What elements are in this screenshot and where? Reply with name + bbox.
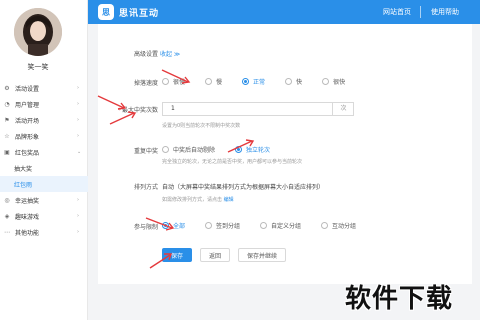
annotation-arrow-icon xyxy=(161,69,191,84)
back-button[interactable]: 返回 xyxy=(200,248,230,262)
repeat-hint: 完全独立的轮次，无论之前是否中奖，用户都可以参与当前轮次 xyxy=(162,159,303,165)
max-wins-unit: 次 xyxy=(332,102,354,116)
sidebar-item-label: 抽大奖 xyxy=(14,165,33,173)
save-and-continue-button[interactable]: 保存并继续 xyxy=(238,248,286,262)
repeat-label: 重复中奖 xyxy=(133,148,158,155)
username: 笑一笑 xyxy=(27,63,49,71)
speed-option-normal[interactable]: 正常 xyxy=(242,77,265,86)
chevron-right-icon: › xyxy=(77,213,79,219)
sidebar-item-label: 活动开场 xyxy=(15,117,40,125)
sidebar-item-opening[interactable]: ⚑ 活动开场 › xyxy=(0,112,88,128)
radio-icon xyxy=(321,222,329,229)
radio-icon xyxy=(285,78,293,85)
sidebar-item-label: 其他功能 xyxy=(15,229,40,237)
sidebar-item-label: 幸运抽奖 xyxy=(15,197,40,205)
radio-icon xyxy=(322,78,330,85)
repeat-option-remove[interactable]: 中奖后自动剔除 xyxy=(162,145,215,154)
sidebar-item-label: 趣味游戏 xyxy=(15,213,40,221)
sort-label: 排列方式 xyxy=(133,184,158,191)
sidebar-item-activity-settings[interactable]: ⚙ 活动设置 › xyxy=(0,80,88,96)
max-wins-input[interactable]: 1 xyxy=(162,102,354,116)
game-icon: ◈ xyxy=(4,212,10,220)
radio-icon xyxy=(162,146,169,153)
watermark: 软件下载 xyxy=(345,284,454,314)
annotation-arrow-icon xyxy=(145,217,175,231)
sidebar-item-user-management[interactable]: ◔ 用户管理 › xyxy=(0,96,88,112)
sidebar-subitem-grand-draw[interactable]: 抽大奖 xyxy=(0,160,88,176)
radio-checked-icon xyxy=(242,78,250,85)
chevron-right-icon: › xyxy=(77,101,79,107)
radio-icon xyxy=(205,222,213,229)
chevron-down-icon: ⌄ xyxy=(77,149,82,155)
radio-icon xyxy=(260,222,268,229)
sidebar-item-label: 用户管理 xyxy=(15,101,40,109)
avatar[interactable] xyxy=(14,8,62,56)
star-icon: ☆ xyxy=(4,132,10,140)
more-icon: ⋯ xyxy=(4,228,10,236)
nav-home-link[interactable]: 网站首页 xyxy=(374,0,420,24)
sidebar-item-other[interactable]: ⋯ 其他功能 › xyxy=(0,224,88,240)
speed-label: 掉落速度 xyxy=(133,80,158,87)
max-wins-hint: 设置为0则当前轮次不限制中奖次数 xyxy=(162,123,241,129)
speed-option-slow[interactable]: 慢 xyxy=(205,77,222,86)
brand[interactable]: 思 思讯互动 xyxy=(98,4,159,20)
sidebar-item-label: 红包奖品 xyxy=(15,149,40,157)
chevron-right-icon: › xyxy=(77,85,79,91)
brand-name: 思讯互动 xyxy=(119,8,160,19)
lottery-icon: ◎ xyxy=(4,196,10,204)
scope-option-checkin[interactable]: 签到分组 xyxy=(205,221,240,230)
sidebar-item-brand-image[interactable]: ☆ 品牌形象 › xyxy=(0,128,88,144)
sidebar-item-lucky-draw[interactable]: ◎ 幸运抽奖 › xyxy=(0,192,88,208)
chevron-right-icon: › xyxy=(77,117,79,123)
radio-icon xyxy=(205,78,213,85)
sort-edit-link[interactable]: 编辑 xyxy=(224,197,234,203)
chevron-right-icon: › xyxy=(77,197,79,203)
scope-radio-group: 全部 签到分组 自定义分组 互动分组 xyxy=(162,221,376,230)
sidebar: 笑一笑 ⚙ 活动设置 › ◔ 用户管理 › ⚑ 活动开场 › ☆ 品牌形象 › … xyxy=(0,0,88,320)
sidebar-item-label: 品牌形象 xyxy=(15,133,40,141)
annotation-arrow-icon xyxy=(149,253,172,269)
chevron-right-icon: › xyxy=(77,229,79,235)
sidebar-item-label: 红包雨 xyxy=(14,181,33,189)
gear-icon: ⚙ xyxy=(4,84,10,92)
speed-option-fast[interactable]: 快 xyxy=(285,77,302,86)
scope-option-custom[interactable]: 自定义分组 xyxy=(260,221,301,230)
chevron-right-icon: › xyxy=(77,133,79,139)
annotation-arrow-icon xyxy=(227,139,255,153)
sort-hint: 如需修改排列方式，请点击 编辑 xyxy=(162,197,234,203)
nav-help-link[interactable]: 使用帮助 xyxy=(420,0,470,24)
sidebar-item-red-packet-prizes[interactable]: ▣ 红包奖品 ⌄ xyxy=(0,144,88,160)
flag-icon: ⚑ xyxy=(4,116,10,124)
user-icon: ◔ xyxy=(4,100,10,108)
sort-value: 自动（大屏幕中奖结果排列方式为根据屏幕大小自适应排列） xyxy=(162,184,325,191)
annotation-arrow-icon xyxy=(109,111,137,125)
advanced-label: 高级设置 xyxy=(133,51,158,58)
speed-option-very-fast[interactable]: 很快 xyxy=(322,77,345,86)
brand-logo-icon: 思 xyxy=(98,4,114,20)
scope-option-interactive[interactable]: 互动分组 xyxy=(321,221,356,230)
sidebar-item-label: 活动设置 xyxy=(15,85,40,93)
advanced-collapse-toggle[interactable]: 收起 ≫ xyxy=(160,49,180,58)
settings-form: 高级设置 收起 ≫ 掉落速度 很慢 慢 正常 快 很快 *最大中奖次数 1 次 … xyxy=(98,24,472,284)
sidebar-item-fun-games[interactable]: ◈ 趣味游戏 › xyxy=(0,208,88,224)
gift-icon: ▣ xyxy=(4,148,10,156)
sidebar-nav: ⚙ 活动设置 › ◔ 用户管理 › ⚑ 活动开场 › ☆ 品牌形象 › ▣ 红包… xyxy=(0,80,88,240)
sidebar-subitem-red-packet-rain[interactable]: 红包雨 xyxy=(0,176,88,192)
